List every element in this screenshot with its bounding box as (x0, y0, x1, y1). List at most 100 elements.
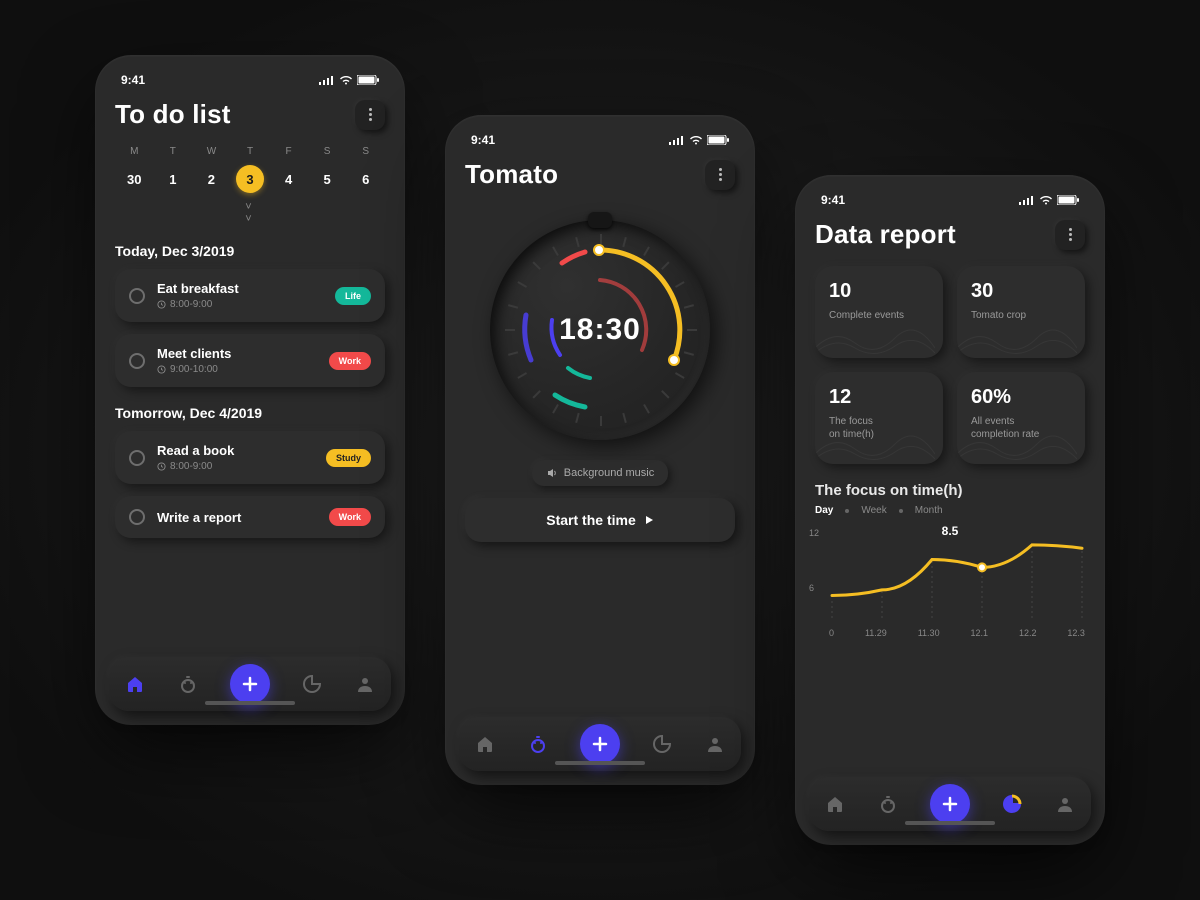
status-time: 9:41 (121, 73, 145, 87)
section-tomorrow: Tomorrow, Dec 4/2019 (115, 405, 385, 421)
chart-tab-month[interactable]: Month (915, 505, 943, 516)
calendar-weekdays: MTWTFSS (115, 146, 385, 157)
status-bar: 9:41 (115, 71, 385, 99)
page-title: To do list (115, 99, 231, 130)
wave-decoration-icon (957, 318, 1077, 358)
signal-icon (669, 135, 685, 145)
stat-card[interactable]: 60% All events completion rate (957, 372, 1085, 464)
cal-day[interactable]: 5 (308, 165, 347, 193)
nav-add-button[interactable] (930, 784, 970, 824)
cal-day[interactable]: 4 (269, 165, 308, 193)
wave-decoration-icon (957, 424, 1077, 464)
start-timer-button[interactable]: Start the time (465, 498, 735, 542)
battery-icon (707, 135, 729, 145)
nav-timer-icon[interactable] (878, 794, 898, 814)
bottom-nav (459, 717, 741, 771)
home-indicator (555, 761, 645, 765)
task-time: 8:00-9:00 (157, 461, 314, 472)
task-checkbox[interactable] (129, 450, 145, 466)
task-card[interactable]: Write a report Work (115, 496, 385, 538)
calendar-dates[interactable]: 30 1 2 3 4 5 6 (115, 165, 385, 193)
nav-stats-icon[interactable] (302, 674, 322, 694)
bottom-nav (809, 777, 1091, 831)
chart-ylabel: 6 (809, 583, 814, 593)
home-indicator (205, 701, 295, 705)
nav-profile-icon[interactable] (355, 674, 375, 694)
nav-add-button[interactable] (230, 664, 270, 704)
more-button[interactable] (1055, 220, 1085, 250)
signal-icon (1019, 195, 1035, 205)
chart-title: The focus on time(h) (815, 482, 1085, 499)
clock-icon (157, 365, 166, 374)
task-title: Write a report (157, 510, 317, 525)
stat-value: 30 (971, 280, 1071, 303)
timer-value: 18:30 (490, 220, 710, 440)
timer-dial[interactable]: 18:30 (490, 220, 710, 440)
nav-stats-icon[interactable] (1002, 794, 1022, 814)
wifi-icon (339, 75, 353, 85)
screen-todo: 9:41 To do list MTWTFSS 30 1 2 3 4 5 6 ˅… (95, 55, 405, 725)
nav-timer-icon[interactable] (528, 734, 548, 754)
cal-day-selected[interactable]: 3 (231, 165, 270, 193)
cal-day[interactable]: 6 (346, 165, 385, 193)
cal-day[interactable]: 30 (115, 165, 154, 193)
more-button[interactable] (705, 160, 735, 190)
signal-icon (319, 75, 335, 85)
task-tag-life: Life (335, 287, 371, 305)
status-bar: 9:41 (465, 131, 735, 159)
status-icons (319, 75, 379, 85)
page-title: Data report (815, 219, 956, 250)
section-today: Today, Dec 3/2019 (115, 243, 385, 259)
background-music-toggle[interactable]: Background music (532, 460, 669, 486)
stat-card[interactable]: 12 The focus on time(h) (815, 372, 943, 464)
more-button[interactable] (355, 100, 385, 130)
status-icons (669, 135, 729, 145)
task-card[interactable]: Eat breakfast 8:00-9:00 Life (115, 269, 385, 322)
screen-report: 9:41 Data report 10 Complete events 30 T… (795, 175, 1105, 845)
wave-decoration-icon (815, 318, 935, 358)
nav-stats-icon[interactable] (652, 734, 672, 754)
stat-value: 10 (829, 280, 929, 303)
nav-home-icon[interactable] (825, 794, 845, 814)
wifi-icon (1039, 195, 1053, 205)
stat-card[interactable]: 10 Complete events (815, 266, 943, 358)
stat-card[interactable]: 30 Tomato crop (957, 266, 1085, 358)
nav-home-icon[interactable] (475, 734, 495, 754)
task-checkbox[interactable] (129, 353, 145, 369)
task-title: Eat breakfast (157, 281, 323, 296)
chart-xlabels: 011.2911.3012.112.212.3 (829, 628, 1085, 638)
cal-day[interactable]: 2 (192, 165, 231, 193)
task-card[interactable]: Read a book 8:00-9:00 Study (115, 431, 385, 484)
home-indicator (905, 821, 995, 825)
nav-add-button[interactable] (580, 724, 620, 764)
wave-decoration-icon (815, 424, 935, 464)
nav-home-icon[interactable] (125, 674, 145, 694)
cal-day[interactable]: 1 (154, 165, 193, 193)
screen-tomato: 9:41 Tomato 18 (445, 115, 755, 785)
expand-calendar-icon[interactable]: ˅˅ (115, 201, 385, 225)
status-time: 9:41 (821, 193, 845, 207)
task-card[interactable]: Meet clients 9:00-10:00 Work (115, 334, 385, 387)
status-icons (1019, 195, 1079, 205)
task-time: 9:00-10:00 (157, 364, 317, 375)
focus-line-chart: 12 6 8.5 011.2911.3012.112.212.3 (815, 528, 1085, 638)
clock-icon (157, 300, 166, 309)
wifi-icon (689, 135, 703, 145)
nav-timer-icon[interactable] (178, 674, 198, 694)
chart-tab-week[interactable]: Week (861, 505, 886, 516)
task-time: 8:00-9:00 (157, 299, 323, 310)
battery-icon (1057, 195, 1079, 205)
nav-profile-icon[interactable] (1055, 794, 1075, 814)
task-title: Meet clients (157, 346, 317, 361)
task-title: Read a book (157, 443, 314, 458)
bottom-nav (109, 657, 391, 711)
chart-tab-day[interactable]: Day (815, 505, 833, 516)
status-bar: 9:41 (815, 191, 1085, 219)
task-tag-study: Study (326, 449, 371, 467)
nav-profile-icon[interactable] (705, 734, 725, 754)
task-checkbox[interactable] (129, 288, 145, 304)
task-checkbox[interactable] (129, 509, 145, 525)
battery-icon (357, 75, 379, 85)
chart-range-tabs: Day Week Month (815, 505, 1085, 516)
play-icon (644, 515, 654, 525)
